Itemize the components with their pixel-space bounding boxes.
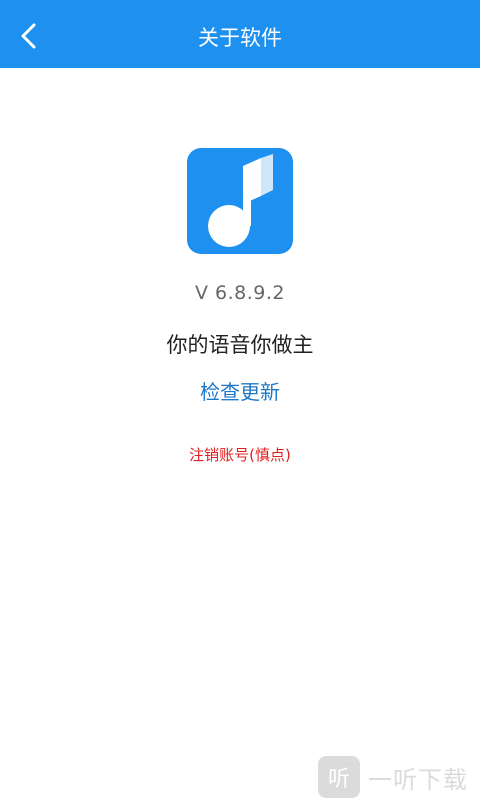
app-icon	[187, 148, 293, 254]
watermark: 听 一听下载	[318, 754, 478, 800]
slogan-text: 你的语音你做主	[166, 333, 314, 357]
check-update-link[interactable]: 检查更新	[0, 376, 480, 405]
watermark-logo: 听	[318, 756, 360, 798]
version-label: V 6.8.9.2	[194, 282, 285, 304]
app-bar: 关于软件	[0, 0, 480, 68]
watermark-text: 一听下载	[368, 765, 468, 794]
music-note-icon	[208, 154, 273, 247]
page-title: 关于软件	[198, 26, 282, 50]
cancel-account-link[interactable]: 注销账号(慎点)	[0, 444, 480, 465]
